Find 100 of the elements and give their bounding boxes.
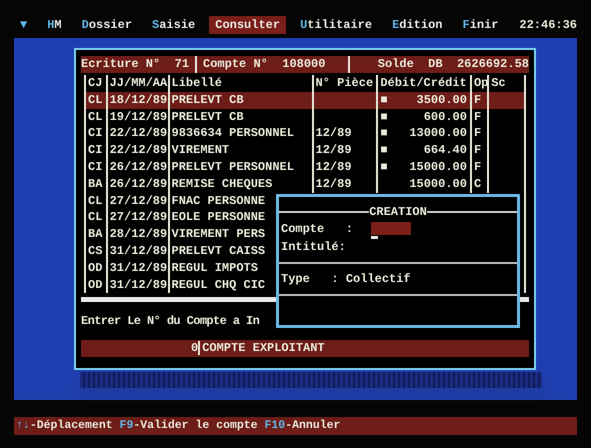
table-cell: FNAC PERSONNE — [172, 194, 266, 208]
table-row[interactable]: CI 22/12/89 VIREMENT 12/89 ■ 664.40 F — [86, 142, 524, 159]
table-cell: REGUL CHQ CIC — [172, 278, 266, 292]
table-cell: 12/89 — [316, 126, 352, 140]
menu-item[interactable]: Finir — [456, 16, 505, 34]
table-cell: BA — [88, 227, 102, 242]
table-cell: 664.40 — [424, 142, 467, 159]
header-field: Compte N° 108000 — [203, 56, 326, 73]
shortcut-label: -Déplacement — [30, 419, 113, 432]
table-cell: 28/12/89 — [110, 227, 168, 242]
table-cell: CI — [88, 160, 102, 174]
table-cell: 22/12/89 — [110, 126, 168, 140]
sign-marker: ■ — [380, 125, 388, 142]
table-cell: PRELEVT PERSONNEL — [172, 160, 294, 174]
table-cell: CL — [88, 210, 102, 224]
clock: 22:46:36 — [519, 17, 577, 34]
account-number: 0 — [191, 341, 198, 356]
table-row[interactable]: CL 27/12/89 FNAC PERSONNE — [86, 192, 268, 210]
table-cell: CL — [88, 110, 102, 124]
table-cell: 15000.00 — [409, 158, 467, 176]
table-row[interactable]: CI 22/12/89 9836634 PERSONNEL 12/89 ■ 13000.00 F — [86, 125, 524, 142]
table-cell: 26/12/89 — [110, 160, 168, 174]
table-cell: 18/12/89 — [110, 92, 168, 107]
table-cell: OD — [88, 278, 102, 292]
table-cell: 12/89 — [316, 176, 352, 191]
table-cell: 27/12/89 — [110, 194, 168, 208]
table-row[interactable]: CI 26/12/89 PRELEVT PERSONNEL 12/89 ■ 15000.00 F — [86, 158, 524, 176]
menu-item[interactable]: HM — [41, 16, 68, 34]
column-header: CJ — [88, 76, 102, 90]
key-label: ↑↓ — [16, 419, 30, 432]
sign-marker: ■ — [380, 158, 388, 176]
table-cell: 12/89 — [316, 160, 352, 174]
table-cell: CI — [88, 143, 102, 158]
column-header: Débit/Crédit — [380, 76, 467, 90]
table-cell: BA — [88, 176, 102, 191]
table-cell: F — [474, 160, 482, 174]
table-cell: 3500.00 — [416, 92, 467, 109]
key-label: F10 — [264, 419, 286, 432]
menu-item[interactable]: Saisie — [146, 16, 202, 34]
table-cell: F — [474, 92, 482, 107]
table-cell: CI — [88, 126, 102, 140]
table-cell: OD — [88, 260, 102, 275]
table-cell: CL — [88, 92, 102, 107]
table-cell: F — [474, 143, 482, 158]
menu-item[interactable]: ▼ — [14, 16, 34, 34]
shortcut-label: -Valider le compte — [133, 419, 258, 432]
table-row[interactable]: BA 28/12/89 VIREMENT PERS — [86, 226, 268, 243]
sign-marker: ■ — [380, 142, 388, 159]
table-cell: REMISE CHEQUES — [172, 176, 272, 191]
table-cell: 13000.00 — [409, 125, 467, 142]
sign-marker: ■ — [380, 108, 388, 126]
account-label: COMPTE EXPLOITANT — [198, 341, 325, 356]
table-row[interactable]: CL 19/12/89 PRELEVT CB ■ 600.00 F — [86, 108, 524, 126]
table-cell: 19/12/89 — [110, 110, 168, 124]
table-cell: CL — [88, 194, 102, 208]
table-row[interactable]: CS 31/12/89 PRELEVT CAISS — [86, 242, 268, 260]
table-cell: PRELEVT CB — [172, 92, 244, 107]
table-cell: PRELEVT CB — [172, 110, 244, 124]
text-cursor — [371, 236, 378, 239]
field-label: Compte : — [281, 221, 354, 238]
header-field: Ecriture N° 71 — [81, 56, 190, 73]
prompt-text: Entrer Le N° du Compte a In — [81, 313, 260, 330]
table-cell: 9836634 PERSONNEL — [172, 126, 294, 140]
field-label: Intitulé: — [281, 239, 346, 256]
menu-item[interactable]: Dossier — [76, 16, 138, 34]
table-cell: REGUL IMPOTS — [172, 260, 258, 275]
column-header: JJ/MM/AA — [110, 76, 168, 90]
table-row[interactable]: CL 27/12/89 EOLE PERSONNE — [86, 209, 268, 226]
table-row[interactable]: OD 31/12/89 REGUL IMPOTS — [86, 260, 260, 277]
column-header: Sc — [491, 76, 506, 90]
menu-item[interactable]: Edition — [386, 16, 448, 34]
table-cell: F — [474, 110, 482, 124]
column-header: Libellé — [172, 76, 222, 90]
key-label: F9 — [120, 419, 134, 432]
column-header: N° Pièce — [316, 76, 374, 90]
table-cell: VIREMENT PERS — [172, 227, 266, 242]
table-cell: 22/12/89 — [110, 143, 168, 158]
table-cell: 12/89 — [316, 143, 352, 158]
table-row[interactable]: OD 31/12/89 REGUL CHQ CIC — [86, 276, 268, 294]
menu-item[interactable]: Consulter — [209, 16, 286, 34]
field-value: : Collectif — [330, 271, 411, 288]
table-cell: 31/12/89 — [110, 244, 168, 258]
sign-marker: ■ — [380, 92, 388, 109]
field-label: Type — [281, 271, 310, 288]
table-cell: C — [474, 176, 482, 191]
table-cell: F — [474, 126, 482, 140]
shortcut-label: -Annuler — [285, 419, 340, 432]
table-cell: CS — [88, 244, 102, 258]
table-cell: 31/12/89 — [110, 278, 168, 292]
table-cell: 15000.00 — [409, 176, 467, 193]
table-cell: 31/12/89 — [110, 260, 168, 275]
table-cell: VIREMENT — [172, 143, 230, 158]
dialog-title: CREATION — [369, 204, 427, 220]
table-cell: 27/12/89 — [110, 210, 168, 224]
table-cell: EOLE PERSONNE — [172, 210, 266, 224]
menu-item[interactable]: Utilitaire — [294, 16, 378, 34]
selected-row[interactable]: CL 18/12/89 PRELEVT CB ■ 3500.00 F — [86, 92, 524, 109]
table-cell: 600.00 — [424, 108, 467, 126]
table-cell: 26/12/89 — [110, 176, 168, 191]
header-field: Solde DB 2626692.58 — [378, 56, 529, 73]
